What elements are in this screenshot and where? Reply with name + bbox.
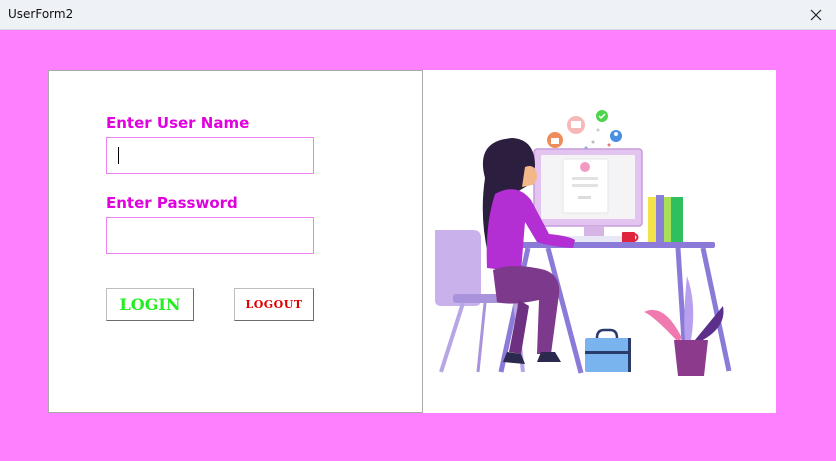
username-label: Enter User Name xyxy=(106,114,250,132)
woman-at-computer-illustration xyxy=(435,110,732,376)
username-input[interactable] xyxy=(106,137,314,174)
floating-icons xyxy=(547,110,622,150)
window-bottom-edge xyxy=(0,455,836,461)
login-panel: Enter User Name Enter Password LOGIN LOG… xyxy=(48,70,423,413)
password-label: Enter Password xyxy=(106,194,238,212)
password-input[interactable] xyxy=(106,217,314,254)
title-bar: UserForm2 xyxy=(0,0,836,30)
books xyxy=(648,195,683,244)
logout-button[interactable]: LOGOUT xyxy=(234,288,314,321)
mug xyxy=(622,232,639,243)
login-button[interactable]: LOGIN xyxy=(106,288,194,321)
briefcase xyxy=(585,328,631,372)
monitor xyxy=(533,148,643,242)
text-caret xyxy=(118,147,119,164)
login-illustration xyxy=(423,70,776,413)
close-button[interactable] xyxy=(796,0,836,30)
close-icon xyxy=(810,9,822,21)
window-title: UserForm2 xyxy=(8,7,74,21)
userform-body: Enter User Name Enter Password LOGIN LOG… xyxy=(0,30,836,461)
